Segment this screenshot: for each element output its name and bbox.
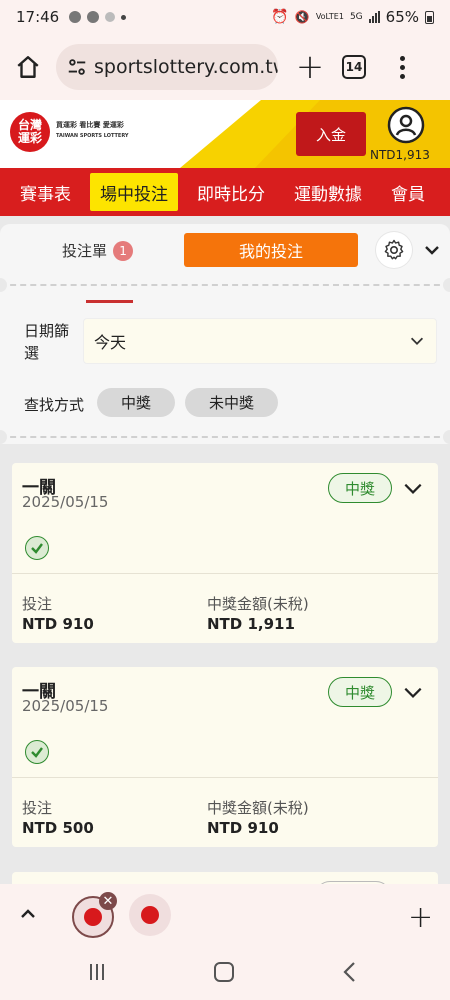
divider-notch xyxy=(443,430,450,444)
chevron-down-icon xyxy=(410,337,424,345)
battery-percent: 65% xyxy=(385,8,419,26)
payout-label: 中獎金額(未稅) xyxy=(207,799,309,817)
divider xyxy=(0,436,450,438)
taiwan-sports-lottery-logo[interactable]: 台灣 運彩 xyxy=(10,112,50,152)
network-type: 5G xyxy=(349,12,363,22)
betslip-count-badge: 1 xyxy=(113,240,134,261)
recent-apps-button[interactable] xyxy=(90,964,104,980)
payout-value: NTD 1,911 xyxy=(207,615,295,633)
url-text[interactable]: sportslottery.com.tw xyxy=(94,56,278,78)
filter-won-button[interactable]: 中獎 xyxy=(97,388,175,417)
home-icon xyxy=(17,56,39,78)
tab-thumbnail[interactable] xyxy=(129,894,171,936)
bet-date: 2025/05/15 xyxy=(22,697,109,715)
back-icon[interactable] xyxy=(340,960,360,984)
address-bar[interactable]: sportslottery.com.tw xyxy=(56,44,278,90)
card-divider xyxy=(12,777,438,778)
search-method-label: 查找方式 xyxy=(24,396,85,414)
signal-icon xyxy=(368,11,380,23)
betslip-tab[interactable]: 投注單 1 xyxy=(62,240,134,261)
nav-live-scores[interactable]: 即時比分 xyxy=(187,173,275,211)
close-tab-icon[interactable]: ✕ xyxy=(99,892,117,910)
chevron-up-icon[interactable] xyxy=(18,904,38,924)
card-divider xyxy=(12,573,438,574)
nav-schedule[interactable]: 賽事表 xyxy=(10,173,81,211)
active-tab-indicator xyxy=(86,300,133,303)
date-filter-label: 日期篩選 xyxy=(24,322,70,362)
stake-value: NTD 500 xyxy=(22,819,94,837)
status-bar: 17:46 ⏰ 🔇 VoLTE1 5G 65% xyxy=(0,0,450,34)
stake-label: 投注 xyxy=(22,799,53,817)
nav-live-betting[interactable]: 場中投注 xyxy=(90,173,178,211)
my-bets-tab[interactable]: 我的投注 xyxy=(184,233,358,267)
status-badge: 中獎 xyxy=(328,677,392,707)
divider-notch xyxy=(443,278,450,292)
account-balance: NTD1,913 xyxy=(370,148,430,162)
new-tab-button[interactable]: + xyxy=(282,39,338,95)
payout-value: NTD 910 xyxy=(207,819,279,837)
account-icon[interactable] xyxy=(387,106,425,144)
date-filter-value: 今天 xyxy=(94,333,127,352)
system-home-button[interactable] xyxy=(214,962,234,982)
alarm-icon: ⏰ xyxy=(271,9,289,25)
home-button[interactable] xyxy=(0,39,56,95)
notification-icons xyxy=(69,11,127,23)
system-navigation-bar xyxy=(0,948,450,1000)
mute-icon: 🔇 xyxy=(294,10,310,24)
expand-chevron-icon[interactable] xyxy=(402,681,424,703)
date-filter-select[interactable]: 今天 xyxy=(83,318,437,364)
status-badge: 中獎 xyxy=(328,473,392,503)
filter-not-won-button[interactable]: 未中獎 xyxy=(185,388,278,417)
payout-label: 中獎金額(未稅) xyxy=(207,595,309,613)
battery-icon xyxy=(425,10,434,24)
main-nav: 賽事表 場中投注 即時比分 運動數據 會員 xyxy=(0,168,450,216)
browser-bottom-bar: ✕ + xyxy=(0,884,450,948)
status-time: 17:46 xyxy=(16,8,60,26)
won-check-icon xyxy=(25,740,49,764)
stake-value: NTD 910 xyxy=(22,615,94,633)
volte-icon: VoLTE1 xyxy=(315,12,344,21)
expand-chevron-icon[interactable] xyxy=(402,477,424,499)
tiktok-app-icon xyxy=(87,11,100,23)
browser-menu-button[interactable] xyxy=(382,39,422,95)
settings-button[interactable] xyxy=(376,232,412,268)
deposit-button[interactable]: 入金 xyxy=(296,112,366,156)
bet-panel-tabs: 投注單 1 我的投注 xyxy=(0,232,450,270)
bet-date: 2025/05/15 xyxy=(22,493,109,511)
bet-card[interactable]: 一關 2025/05/15 中獎 投注 NTD 500 中獎金額(未稅) NTD… xyxy=(12,667,438,847)
gear-icon xyxy=(384,239,404,260)
more-notifications-icon xyxy=(121,14,127,20)
divider xyxy=(0,284,450,286)
bet-card[interactable]: 一關 2025/05/15 中獎 投注 NTD 910 中獎金額(未稅) NTD… xyxy=(12,463,438,643)
logo-wordmark: 買運彩 看比賽 愛運彩 TAIWAN SPORTS LOTTERY xyxy=(56,121,129,139)
nav-sports-data[interactable]: 運動數據 xyxy=(284,173,372,211)
site-favicon-icon xyxy=(141,906,159,924)
add-tab-button[interactable]: + xyxy=(408,900,433,935)
won-check-icon xyxy=(25,536,49,560)
site-favicon-icon xyxy=(84,908,102,926)
nav-member[interactable]: 會員 xyxy=(381,173,435,211)
site-settings-icon[interactable] xyxy=(66,56,88,78)
line-app-icon xyxy=(69,11,82,23)
notification-icon xyxy=(105,12,116,22)
stake-label: 投注 xyxy=(22,595,53,613)
tab-switcher-button[interactable]: 14 xyxy=(342,55,366,79)
collapse-chevron-icon[interactable] xyxy=(422,240,442,260)
browser-toolbar: sportslottery.com.tw + 14 xyxy=(0,34,450,100)
